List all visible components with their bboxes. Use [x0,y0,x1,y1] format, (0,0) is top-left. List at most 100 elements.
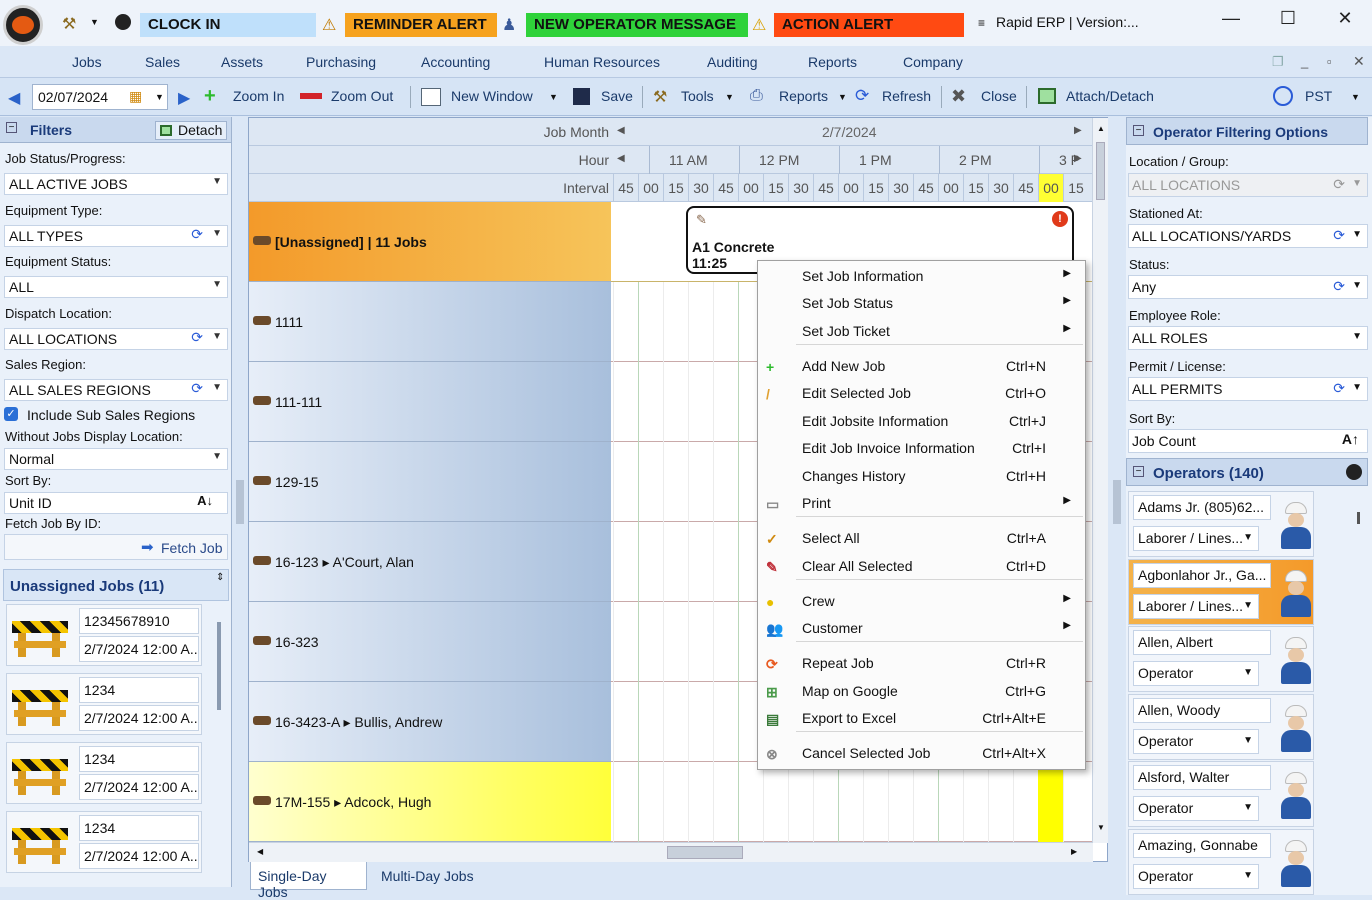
context-menu-item[interactable]: 👥 Customer ▶ [758,616,1085,642]
context-menu-item[interactable]: ⟳ Repeat Job Ctrl+R [758,651,1085,677]
operator-card[interactable]: Allen, Woody Operator ▼ [1128,693,1314,760]
tab-single-day-jobs[interactable]: Single-Day Jobs [250,862,367,900]
clock-icon[interactable] [1346,464,1362,480]
unassigned-job-card[interactable]: 1234 2/7/2024 12:00 A... [6,673,202,735]
collapse-icon[interactable]: − [1133,125,1144,136]
operator-role-select[interactable]: Laborer / Lines... ▼ [1133,526,1259,551]
unassigned-job-card[interactable]: 1234 2/7/2024 12:00 A... [6,742,202,804]
context-menu-item[interactable]: ▭ Print ▶ [758,491,1085,517]
clockin-button[interactable]: CLOCK IN [140,13,316,37]
status-select[interactable]: Any ⟳ ▼ [1128,275,1368,299]
scroll-thumb[interactable] [1096,142,1105,200]
without-jobs-select[interactable]: Normal ▼ [4,448,228,470]
mdi-restore-icon[interactable]: ❐ [1272,54,1284,70]
menu-human-resources[interactable]: Human Resources [544,54,660,70]
scroll-left-icon[interactable]: ◀ [257,847,263,856]
operator-card[interactable]: Agbonlahor Jr., Ga... Laborer / Lines... ▼ [1128,558,1314,625]
unassigned-job-card[interactable]: 12345678910 2/7/2024 12:00 A... [6,604,202,666]
menu-reports[interactable]: Reports [808,54,857,70]
menu-jobs[interactable]: Jobs [72,54,102,70]
context-menu-item[interactable]: ⊞ Map on Google Ctrl+G [758,679,1085,705]
include-sub-checkbox[interactable]: ✓ [4,407,18,421]
resource-row-label[interactable]: 17M-155 ▸ Adcock, Hugh [249,762,611,842]
new-window-button[interactable]: New Window [451,88,533,104]
job-alert-icon[interactable]: ! [1052,211,1068,227]
context-menu-item[interactable]: ✓ Select All Ctrl+A [758,526,1085,552]
chevron-down-icon[interactable]: ▼ [549,92,558,102]
operator-card[interactable]: Adams Jr. (805)62... Laborer / Lines... ▼ [1128,491,1314,557]
resource-row-label[interactable]: 16-123 ▸ A'Court, Alan [249,522,611,602]
left-splitter[interactable] [236,480,244,524]
refresh-icon[interactable]: ⟳ [1333,380,1345,397]
resource-row-label[interactable]: 16-323 [249,602,611,682]
timezone-button[interactable]: PST [1305,88,1332,104]
chevron-down-icon[interactable]: ▼ [155,92,164,102]
refresh-button[interactable]: Refresh [882,88,931,104]
mdi-close-icon[interactable]: ✕ [1353,53,1365,70]
menu-company[interactable]: Company [903,54,963,70]
fetch-job-field[interactable]: ➡ Fetch Job [4,534,228,560]
unassigned-job-card[interactable]: 1234 2/7/2024 12:00 A... [6,811,202,873]
chevron-down-icon[interactable]: ▼ [90,17,99,27]
operator-role-select[interactable]: Operator ▼ [1133,863,1259,889]
location-group-select[interactable]: ALL LOCATIONS ⟳ ▼ [1128,173,1368,197]
mdi-minimize-icon[interactable]: _ [1301,54,1308,69]
context-menu-item[interactable]: Edit Jobsite Information Ctrl+J [758,409,1085,435]
context-menu-item[interactable]: Edit Job Invoice Information Ctrl+I [758,436,1085,462]
operator-card[interactable]: Amazing, Gonnabe Operator ▼ [1128,828,1314,895]
context-menu-item[interactable]: / Edit Selected Job Ctrl+O [758,381,1085,407]
reports-button[interactable]: Reports [779,88,828,104]
attach-detach-button[interactable]: Attach/Detach [1066,88,1154,104]
action-alert-button[interactable]: ACTION ALERT [774,13,964,37]
operator-card[interactable]: Alsford, Walter Operator ▼ [1128,761,1314,827]
tab-multi-day-jobs[interactable]: Multi-Day Jobs [374,862,484,890]
operator-role-select[interactable]: Operator ▼ [1133,661,1259,686]
next-month-icon[interactable]: ▶ [1074,125,1082,136]
operator-role-select[interactable]: Laborer / Lines... ▼ [1133,593,1259,619]
scroll-down-icon[interactable]: ▼ [1097,823,1105,832]
resource-row-label[interactable]: 111-111 [249,362,611,442]
resource-row-label[interactable]: 1111 [249,282,611,362]
close-window-button[interactable]: ✕ [1330,8,1360,32]
next-hour-icon[interactable]: ▶ [1074,153,1082,164]
detach-button[interactable]: Detach [155,121,227,140]
refresh-icon[interactable]: ⟳ [1333,176,1345,193]
sales-region-select[interactable]: ALL SALES REGIONS ⟳ ▼ [4,379,228,401]
operator-sort-select[interactable]: Job Count A↑ [1128,429,1368,453]
unassigned-scrollbar[interactable] [217,622,221,710]
close-button[interactable]: Close [981,88,1017,104]
equipment-type-select[interactable]: ALL TYPES ⟳ ▼ [4,225,228,247]
menu-icon[interactable]: ≡ [978,16,985,30]
resource-row-label[interactable]: 129-15 [249,442,611,522]
refresh-icon[interactable]: ⟳ [191,380,203,397]
minimize-button[interactable]: — [1216,8,1246,32]
menu-purchasing[interactable]: Purchasing [306,54,376,70]
context-menu-item[interactable]: Changes History Ctrl+H [758,464,1085,490]
context-menu-item[interactable]: Set Job Ticket ▶ [758,319,1085,345]
context-menu-item[interactable]: ✎ Clear All Selected Ctrl+D [758,554,1085,580]
chevron-down-icon[interactable]: ▼ [725,92,734,102]
menu-assets[interactable]: Assets [221,54,263,70]
collapse-icon[interactable]: − [1133,466,1144,477]
job-status-select[interactable]: ALL ACTIVE JOBS ▼ [4,173,228,195]
vertical-scrollbar[interactable]: ▲ ▼ [1092,118,1108,843]
zoom-in-button[interactable]: Zoom In [233,88,284,104]
menu-sales[interactable]: Sales [145,54,180,70]
refresh-icon[interactable]: ⟳ [1333,227,1345,244]
scroll-right-icon[interactable]: ▶ [1071,847,1077,856]
date-picker[interactable]: 02/07/2024 ▦ ▼ [32,84,168,110]
hammer-icon[interactable]: ⚒ [62,14,84,34]
sort-az-icon[interactable]: A↓ [197,493,213,508]
context-menu-item[interactable]: Set Job Status ▶ [758,291,1085,317]
operator-message-button[interactable]: NEW OPERATOR MESSAGE [526,13,748,37]
sort-az-icon[interactable]: A↑ [1342,431,1359,447]
prev-hour-icon[interactable]: ◀ [617,153,625,164]
app-logo[interactable] [3,5,43,45]
calendar-icon[interactable]: ▦ [129,88,142,105]
chevron-down-icon[interactable]: ▼ [1351,92,1360,102]
reminder-alert-button[interactable]: REMINDER ALERT [345,13,497,37]
context-menu-item[interactable]: ● Crew ▶ [758,589,1085,615]
horizontal-scrollbar[interactable]: ◀ ▶ [249,842,1093,862]
resource-row-label[interactable]: [Unassigned] | 11 Jobs [249,202,611,282]
chevron-down-icon[interactable]: ▼ [838,92,847,102]
